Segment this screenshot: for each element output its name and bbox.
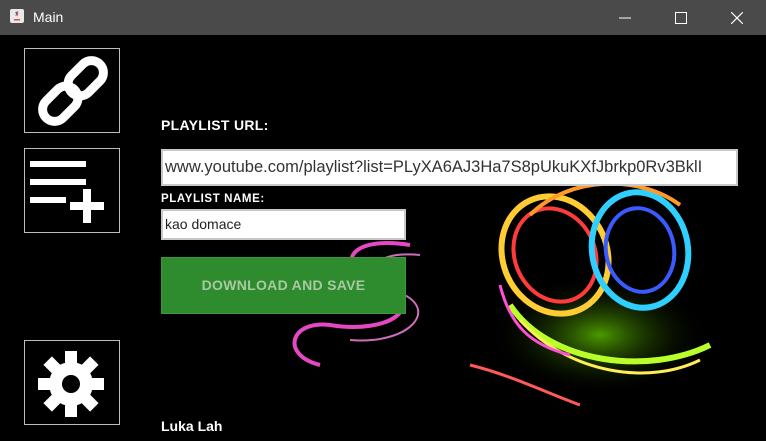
download-and-save-button[interactable]: DOWNLOAD AND SAVE [161, 257, 406, 314]
gear-icon [38, 351, 104, 417]
minimize-button[interactable] [600, 0, 650, 35]
minimize-icon [619, 17, 631, 19]
author-label: Luka Lah [161, 418, 223, 434]
maximize-icon [675, 12, 687, 24]
main-panel: PLAYLIST URL: www.youtube.com/playlist?l… [0, 35, 766, 441]
playlist-name-label: PLAYLIST NAME: [161, 193, 265, 205]
settings-button[interactable] [24, 340, 120, 425]
window-title: Main [33, 9, 64, 25]
playlist-name-input[interactable]: kao domace [161, 209, 406, 240]
playlist-url-label: PLAYLIST URL: [161, 117, 269, 133]
java-icon [10, 9, 24, 23]
maximize-button[interactable] [656, 0, 706, 35]
title-bar: Main [0, 0, 766, 35]
add-playlist-button[interactable] [24, 148, 120, 233]
close-button[interactable] [712, 0, 762, 35]
playlist-url-input[interactable]: www.youtube.com/playlist?list=PLyXA6AJ3H… [161, 149, 738, 186]
link-button[interactable] [24, 48, 120, 133]
link-icon [38, 56, 108, 126]
close-icon [731, 12, 743, 24]
playlist-add-icon [30, 161, 104, 223]
